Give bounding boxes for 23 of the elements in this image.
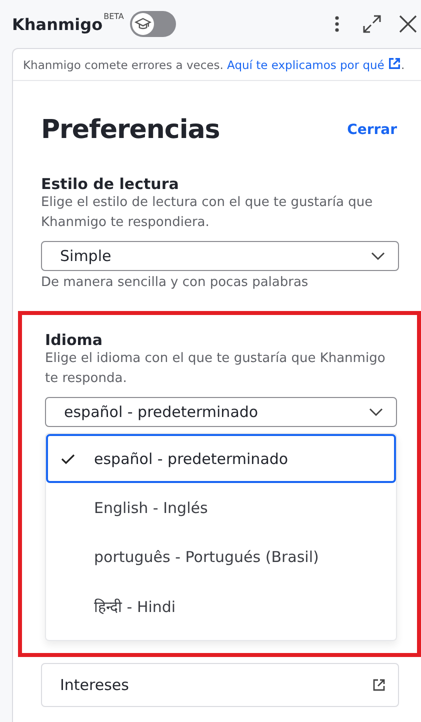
explanation-link[interactable]: Aquí te explicamos por qué xyxy=(227,58,402,72)
section-description: Elige el idioma con el que te gustaría que Khanmigo te responda. xyxy=(45,350,386,388)
option-hint: De manera sencilla y con pocas palabras xyxy=(41,274,310,292)
section-label: Estilo de lectura xyxy=(41,175,180,193)
section-description: Elige el estilo de lectura con el que te gustaría que Khanmigo te respondiera. xyxy=(41,194,374,232)
language-dropdown[interactable]: español - predeterminado xyxy=(45,397,397,427)
language-option[interactable]: português - Portugués (Brasil) xyxy=(46,532,396,581)
preferences-title: Preferencias xyxy=(41,115,220,145)
language-option[interactable]: English - Inglés xyxy=(46,483,396,532)
mode-toggle[interactable] xyxy=(130,11,176,37)
external-link-icon xyxy=(388,57,402,70)
reading-style-dropdown[interactable]: Simple xyxy=(41,241,399,271)
section-label: Idioma xyxy=(45,331,104,349)
app-title: Khanmigo xyxy=(12,14,103,34)
external-link-icon xyxy=(372,678,386,692)
close-icon[interactable] xyxy=(397,13,419,35)
interests-button[interactable]: Intereses xyxy=(41,663,399,707)
close-link[interactable]: Cerrar xyxy=(347,122,397,138)
disclaimer-text: Khanmigo comete errores a veces. Aquí te explicamos por qué . xyxy=(13,49,421,81)
expand-icon[interactable] xyxy=(361,13,383,35)
beta-label: BETA xyxy=(104,12,124,21)
language-option[interactable]: हिन्दी - Hindi xyxy=(46,581,396,630)
language-option[interactable]: español - predeterminado xyxy=(46,434,396,483)
